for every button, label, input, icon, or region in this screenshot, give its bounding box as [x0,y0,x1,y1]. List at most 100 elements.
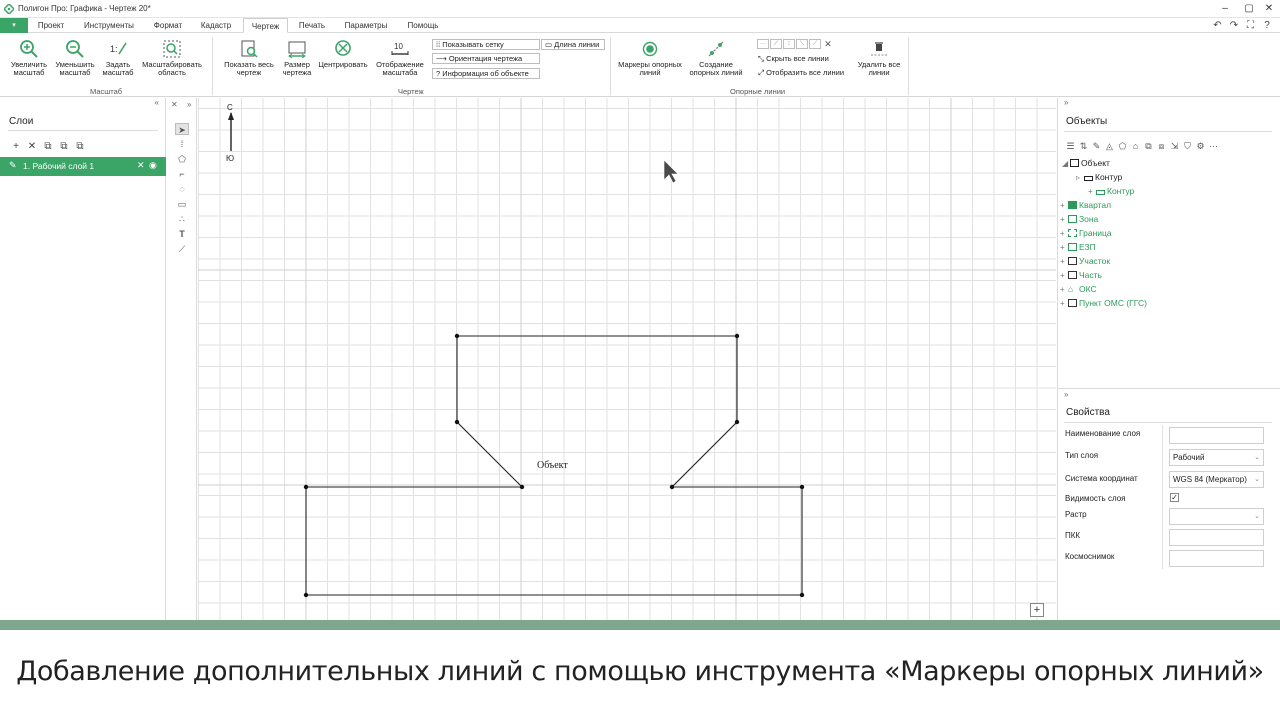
collapse-panel-button[interactable]: « [155,98,159,107]
add-layer-icon[interactable]: + [8,141,24,152]
select-tool-icon[interactable]: ➤ [175,123,189,135]
shape-icon[interactable]: ⬠ [1116,141,1129,152]
raster-select[interactable]: ⌄ [1169,508,1264,525]
house-icon[interactable]: ⌂ [1129,141,1142,151]
orientation-button[interactable]: ⟶ Ориентация чертежа [432,53,540,64]
coordinate-system-select[interactable]: WGS 84 (Меркатор) ⌄ [1169,471,1264,488]
duplicate-layer-icon[interactable]: ⧉ [72,141,88,152]
text-tool-icon[interactable]: T [175,228,189,240]
tab-cadastre[interactable]: Кадастр [194,18,238,33]
polyline-tool-icon[interactable]: ⌐ [175,168,189,180]
list-icon[interactable]: ☰ [1064,141,1077,152]
object-info-button[interactable]: ? Информация об объекте [432,68,540,79]
tab-drawing[interactable]: Чертеж [243,18,288,33]
square-icon [1070,159,1079,167]
tree-item[interactable]: ▹ Контур [1076,172,1122,182]
tab-tools[interactable]: Инструменты [78,18,140,33]
set-scale-button[interactable]: 1: Задать масштаб [98,39,138,77]
drawing-canvas[interactable]: С Ю Объект + [198,98,1056,620]
line-dotted-icon[interactable]: ··· [757,39,769,49]
show-grid-toggle[interactable]: ⁞⁞ Показывать сетку [432,39,540,50]
undo-icon[interactable]: ↶ [1210,18,1224,33]
close-button[interactable]: ✕ [1262,2,1276,16]
north-arrow: С Ю [226,103,234,163]
pin-icon[interactable]: ✎ [1090,141,1103,152]
sort-icon[interactable]: ⇅ [1077,141,1090,152]
tab-print[interactable]: Печать [292,18,332,33]
tree-expand-icon: ▹ [1076,173,1081,182]
delete-lines-button[interactable]: Удалить все линии [854,39,904,77]
help-icon[interactable]: ? [1260,18,1274,33]
show-all-lines-button[interactable]: ⤢ Отобразить все линии [758,68,844,79]
visibility-eye-icon[interactable]: ◉ [149,160,157,171]
rectangle-tool-icon[interactable]: ▭ [175,198,189,210]
tree-item[interactable]: + Пункт ОМС (ГГС) [1060,298,1147,308]
zoom-out-button[interactable]: Уменьшить масштаб [53,39,97,77]
layer-type-select[interactable]: Рабочий ⌄ [1169,449,1264,466]
merge-layer-icon[interactable]: ⧉ [56,141,72,152]
copy-layer-icon[interactable]: ⧉ [40,141,56,152]
delete-layer-icon[interactable]: ✕ [24,141,40,152]
collapse-panel-button[interactable]: » [1064,390,1068,399]
tab-help[interactable]: Помощь [400,18,446,33]
line-diagonal-icon[interactable]: ⟋ [770,39,782,49]
polygon-tool-icon[interactable]: ⬠ [175,153,189,165]
tree-item[interactable]: + ⌂ ОКС [1060,284,1097,294]
tree-item[interactable]: + Участок [1060,256,1110,266]
tree-item[interactable]: + Контур [1088,186,1134,196]
collapse-panel-button[interactable]: » [1064,98,1068,107]
maximize-button[interactable]: ▢ [1242,2,1256,16]
circle-tool-icon[interactable]: ◌ [175,183,189,195]
tree-item[interactable]: + Зона [1060,214,1098,224]
layer-name-field[interactable] [1169,427,1264,444]
filter-icon[interactable]: ⛉ [1181,141,1194,152]
tree-item[interactable]: + ЕЗП [1060,242,1096,252]
point-text-tool-icon[interactable]: ⁞ [175,138,189,150]
tree-item[interactable]: + Часть [1060,270,1102,280]
file-menu-button[interactable]: ▾ [0,18,28,33]
grid-icon [1068,243,1077,251]
menu-bar: ▾ Проект Инструменты Формат Кадастр Черт… [0,18,1280,33]
minimize-button[interactable]: – [1218,2,1232,16]
line-length-button[interactable]: ▭ Длина линии [541,39,605,50]
add-button[interactable]: + [1030,603,1044,617]
group-icon[interactable]: ⧉ [1142,141,1155,152]
export-icon[interactable]: ⇲ [1168,141,1181,152]
expand-toolstrip-icon[interactable]: » [187,100,191,109]
delete-layer-icon[interactable]: ✕ [137,160,145,171]
tree-item[interactable]: + Квартал [1060,200,1111,210]
measure-tool-icon[interactable]: ⟋ [175,243,189,255]
layer-visibility-checkbox[interactable]: ✓ [1170,493,1179,502]
settings-icon[interactable]: ⚙ [1194,141,1207,152]
tab-project[interactable]: Проект [32,18,70,33]
layer-row[interactable]: ✎ 1. Рабочий слой 1 ✕ ◉ [0,157,166,176]
object-label: Объект [537,460,568,471]
redo-icon[interactable]: ↷ [1227,18,1241,33]
drawing-size-button[interactable]: Размер чертежа [279,39,315,77]
points-tool-icon[interactable]: ∴ [175,213,189,225]
hide-all-lines-button[interactable]: ⤡ Скрыть все линии [758,54,829,65]
line-backslash-icon[interactable]: ⟍ [796,39,808,49]
close-toolstrip-icon[interactable]: ✕ [171,100,178,109]
create-lines-button[interactable]: Создание опорных линий [684,39,748,77]
markers-button[interactable]: Маркеры опорных линий [618,39,682,77]
tree-item[interactable]: + Граница [1060,228,1112,238]
zoom-in-button[interactable]: Увеличить масштаб [6,39,52,77]
scale-display-button[interactable]: 10 Отображение масштаба [372,39,428,77]
more-icon[interactable]: ⋯ [1207,141,1220,152]
tab-parameters[interactable]: Параметры [338,18,394,33]
satellite-image-field[interactable] [1169,550,1264,567]
scale-area-button[interactable]: Масштабировать область [138,39,206,77]
layers-icon[interactable]: ⧈ [1155,141,1168,152]
fullscreen-icon[interactable]: ⛶ [1243,18,1257,33]
line-slash-icon[interactable]: ⟋ [809,39,821,49]
edit-pencil-icon[interactable]: ✎ [9,160,17,171]
pkk-field[interactable] [1169,529,1264,546]
center-button[interactable]: Центрировать [316,39,370,69]
line-clear-icon[interactable]: ✕ [822,39,834,49]
triangle-icon[interactable]: ◬ [1103,141,1116,152]
tab-format[interactable]: Формат [146,18,190,33]
tree-item[interactable]: ◢ Объект [1062,158,1110,168]
line-vertical-icon[interactable]: ⁝ [783,39,795,49]
show-all-button[interactable]: Показать весь чертеж [220,39,278,77]
